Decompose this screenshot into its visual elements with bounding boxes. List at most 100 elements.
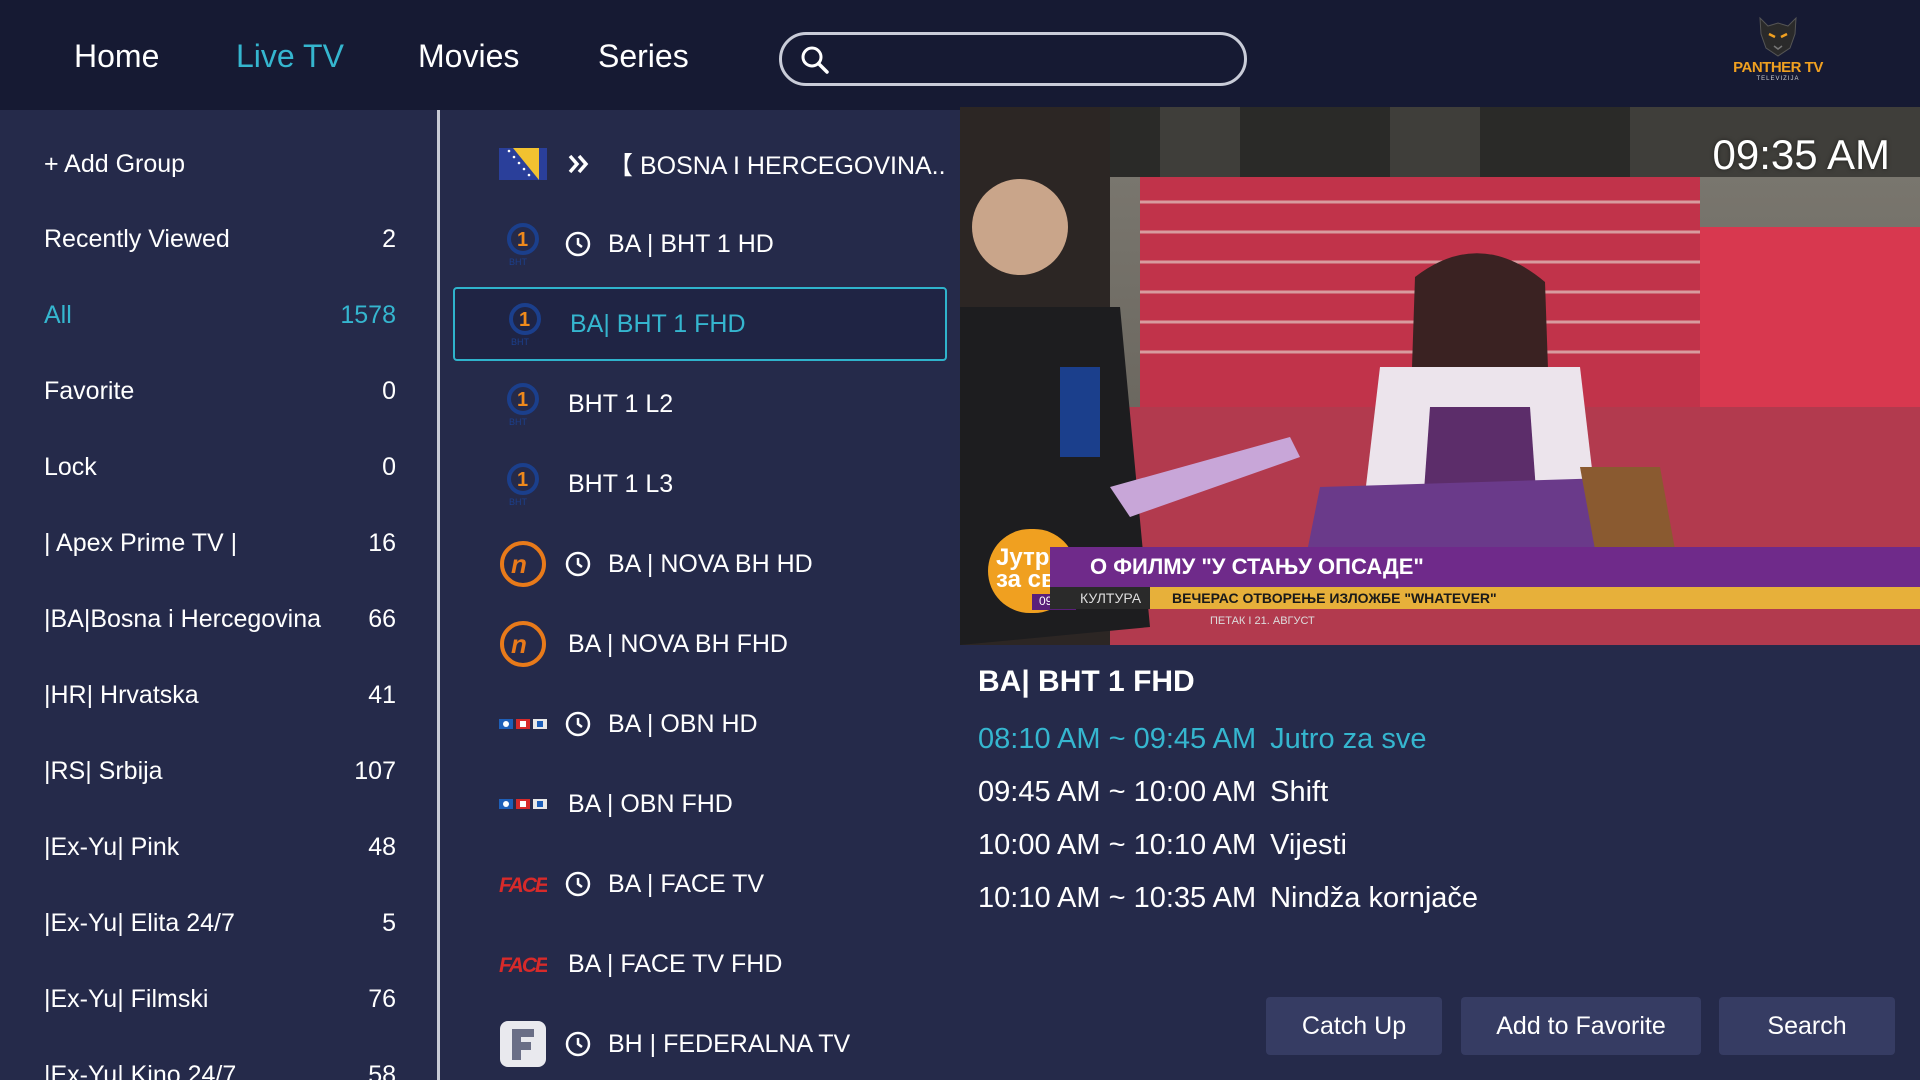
- channel-row[interactable]: FACE BA | FACE TV: [453, 847, 947, 921]
- channel-row[interactable]: n BA | NOVA BH HD: [453, 527, 947, 601]
- epg-title: Jutro za sve: [1270, 723, 1427, 755]
- federalna-logo: [498, 1019, 548, 1069]
- channel-name: BA | FACE TV FHD: [568, 949, 783, 978]
- svg-text:BHT: BHT: [509, 257, 528, 267]
- channel-row[interactable]: 1 BHT BA | BHT 1 HD: [453, 207, 947, 281]
- bht1-logo: 1 BHT: [498, 379, 548, 429]
- group-count: 58: [368, 1060, 396, 1080]
- channel-row[interactable]: BA | OBN HD: [453, 687, 947, 761]
- channel-row-selected[interactable]: 1 BHT BA| BHT 1 FHD: [453, 287, 947, 361]
- group-name: |BA|Bosna i Hercegovina: [44, 604, 322, 633]
- group-count: 16: [368, 528, 396, 557]
- channel-name: BH | FEDERALNA TV: [608, 1029, 851, 1058]
- group-item[interactable]: Favorite 0: [44, 371, 396, 411]
- group-item[interactable]: |Ex-Yu| Filmski 76: [44, 979, 396, 1019]
- group-name: Favorite: [44, 376, 135, 405]
- group-name: | Apex Prime TV |: [44, 528, 238, 557]
- group-item[interactable]: |RS| Srbija 107: [44, 751, 396, 791]
- channel-row[interactable]: BA | OBN FHD: [453, 767, 947, 841]
- group-name: |Ex-Yu| Kino 24/7: [44, 1060, 237, 1080]
- epg-title: Shift: [1270, 776, 1329, 808]
- channel-name: BA | NOVA BH HD: [608, 549, 813, 578]
- svg-text:FACE: FACE: [499, 874, 547, 896]
- video-player[interactable]: 09:35 AM Јутро за све 09:34 О ФИЛМУ "У С…: [960, 107, 1920, 645]
- epg-program: 09:45 AM ~ 10:00 AM Shift: [978, 776, 1328, 809]
- group-count: 107: [354, 756, 396, 785]
- channel-name: 【 BOSNA I HERCEGOVINA..: [608, 152, 946, 180]
- group-name: |RS| Srbija: [44, 756, 163, 785]
- nav-movies[interactable]: Movies: [418, 38, 519, 75]
- nova-logo: n: [498, 619, 548, 669]
- svg-text:n: n: [511, 549, 527, 579]
- group-item[interactable]: Recently Viewed 2: [44, 219, 396, 259]
- clock-icon: [565, 871, 591, 897]
- channel-name: BHT 1 L3: [568, 469, 674, 498]
- top-navigation-bar: Home Live TV Movies Series PANTHER TV TE…: [0, 0, 1920, 110]
- group-item[interactable]: |Ex-Yu| Elita 24/7 5: [44, 903, 396, 943]
- bosnia-flag-icon: [498, 139, 548, 189]
- catch-up-button[interactable]: Catch Up: [1266, 997, 1442, 1055]
- channel-name: BA | BHT 1 HD: [608, 229, 774, 258]
- panther-head-icon: [1759, 16, 1797, 57]
- group-sidebar: + Add Group Recently Viewed 2 All 1578 Fav…: [0, 110, 440, 1080]
- logo-text: PANTHER TV: [1733, 59, 1823, 76]
- channel-row[interactable]: n BA | NOVA BH FHD: [453, 607, 947, 681]
- channel-row[interactable]: FACE BA | FACE TV FHD: [453, 927, 947, 1001]
- search-input[interactable]: [779, 32, 1247, 86]
- group-count: 76: [368, 984, 396, 1013]
- tv-headline-bar: О ФИЛМУ "У СТАЊУ ОПСАДЕ": [1050, 547, 1920, 587]
- channel-row[interactable]: 1 BHT BHT 1 L3: [453, 447, 947, 521]
- tv-ticker-news-strip: ВЕЧЕРАС ОТВОРЕЊЕ ИЗЛОЖБЕ "WHATEVER": [1150, 587, 1920, 609]
- channel-row[interactable]: BH | FEDERALNA TV: [453, 1007, 947, 1080]
- group-name: |Ex-Yu| Pink: [44, 832, 180, 861]
- nav-home[interactable]: Home: [74, 38, 159, 75]
- group-name: Lock: [44, 452, 97, 481]
- group-item[interactable]: Lock 0: [44, 447, 396, 487]
- obn-logo: [498, 779, 548, 829]
- face-logo: FACE: [498, 939, 548, 989]
- epg-time: 08:10 AM ~ 09:45 AM: [978, 723, 1257, 755]
- svg-text:1: 1: [517, 389, 528, 411]
- svg-text:1: 1: [519, 309, 530, 331]
- nav-live-tv[interactable]: Live TV: [236, 38, 344, 75]
- epg-time: 10:00 AM ~ 10:10 AM: [978, 829, 1257, 861]
- group-item[interactable]: |BA|Bosna i Hercegovina 66: [44, 599, 396, 639]
- face-logo: FACE: [498, 859, 548, 909]
- epg-title: Nindža kornjače: [1270, 882, 1479, 914]
- group-item[interactable]: |HR| Hrvatska 41: [44, 675, 396, 715]
- channel-row[interactable]: 【 BOSNA I HERCEGOVINA..: [453, 127, 947, 201]
- svg-text:n: n: [511, 629, 527, 659]
- svg-text:BHT: BHT: [511, 337, 530, 347]
- channel-list: 【 BOSNA I HERCEGOVINA.. 1 BHT BA | BHT 1 …: [443, 110, 960, 1080]
- add-group-button[interactable]: + Add Group: [44, 144, 396, 184]
- clock-icon: [565, 551, 591, 577]
- group-count: 41: [368, 680, 396, 709]
- group-item[interactable]: | Apex Prime TV | 16: [44, 523, 396, 563]
- bht1-logo: 1 BHT: [498, 219, 548, 269]
- clock-icon: [565, 231, 591, 257]
- nav-series[interactable]: Series: [598, 38, 689, 75]
- group-count: 66: [368, 604, 396, 633]
- add-to-favorite-button[interactable]: Add to Favorite: [1461, 997, 1701, 1055]
- tv-ticker-bar: КУЛТУРА ВЕЧЕРАС ОТВОРЕЊЕ ИЗЛОЖБЕ "WHATEV…: [1050, 587, 1920, 609]
- group-item[interactable]: |Ex-Yu| Pink 48: [44, 827, 396, 867]
- channel-name: BA | NOVA BH FHD: [568, 629, 788, 658]
- svg-text:1: 1: [517, 469, 528, 491]
- channel-row[interactable]: 1 BHT BHT 1 L2: [453, 367, 947, 441]
- group-name: |Ex-Yu| Filmski: [44, 984, 209, 1013]
- tv-ticker-news: ВЕЧЕРАС ОТВОРЕЊЕ ИЗЛОЖБЕ "WHATEVER": [1172, 590, 1497, 606]
- bht1-logo: 1 BHT: [498, 459, 548, 509]
- epg-program: 10:00 AM ~ 10:10 AM Vijesti: [978, 829, 1347, 862]
- search-button[interactable]: Search: [1719, 997, 1895, 1055]
- clock-icon: [565, 1031, 591, 1057]
- group-item[interactable]: |Ex-Yu| Kino 24/7 58: [44, 1055, 396, 1080]
- group-name: All: [44, 300, 72, 329]
- clock-icon: [565, 711, 591, 737]
- svg-text:BHT: BHT: [509, 497, 528, 507]
- group-count: 2: [382, 224, 396, 253]
- bht1-logo: 1 BHT: [500, 299, 550, 349]
- add-group-label: + Add Group: [44, 149, 186, 178]
- epg-program-current: 08:10 AM ~ 09:45 AM Jutro za sve: [978, 723, 1426, 756]
- group-count: 0: [382, 452, 396, 481]
- group-item-selected[interactable]: All 1578: [44, 295, 396, 335]
